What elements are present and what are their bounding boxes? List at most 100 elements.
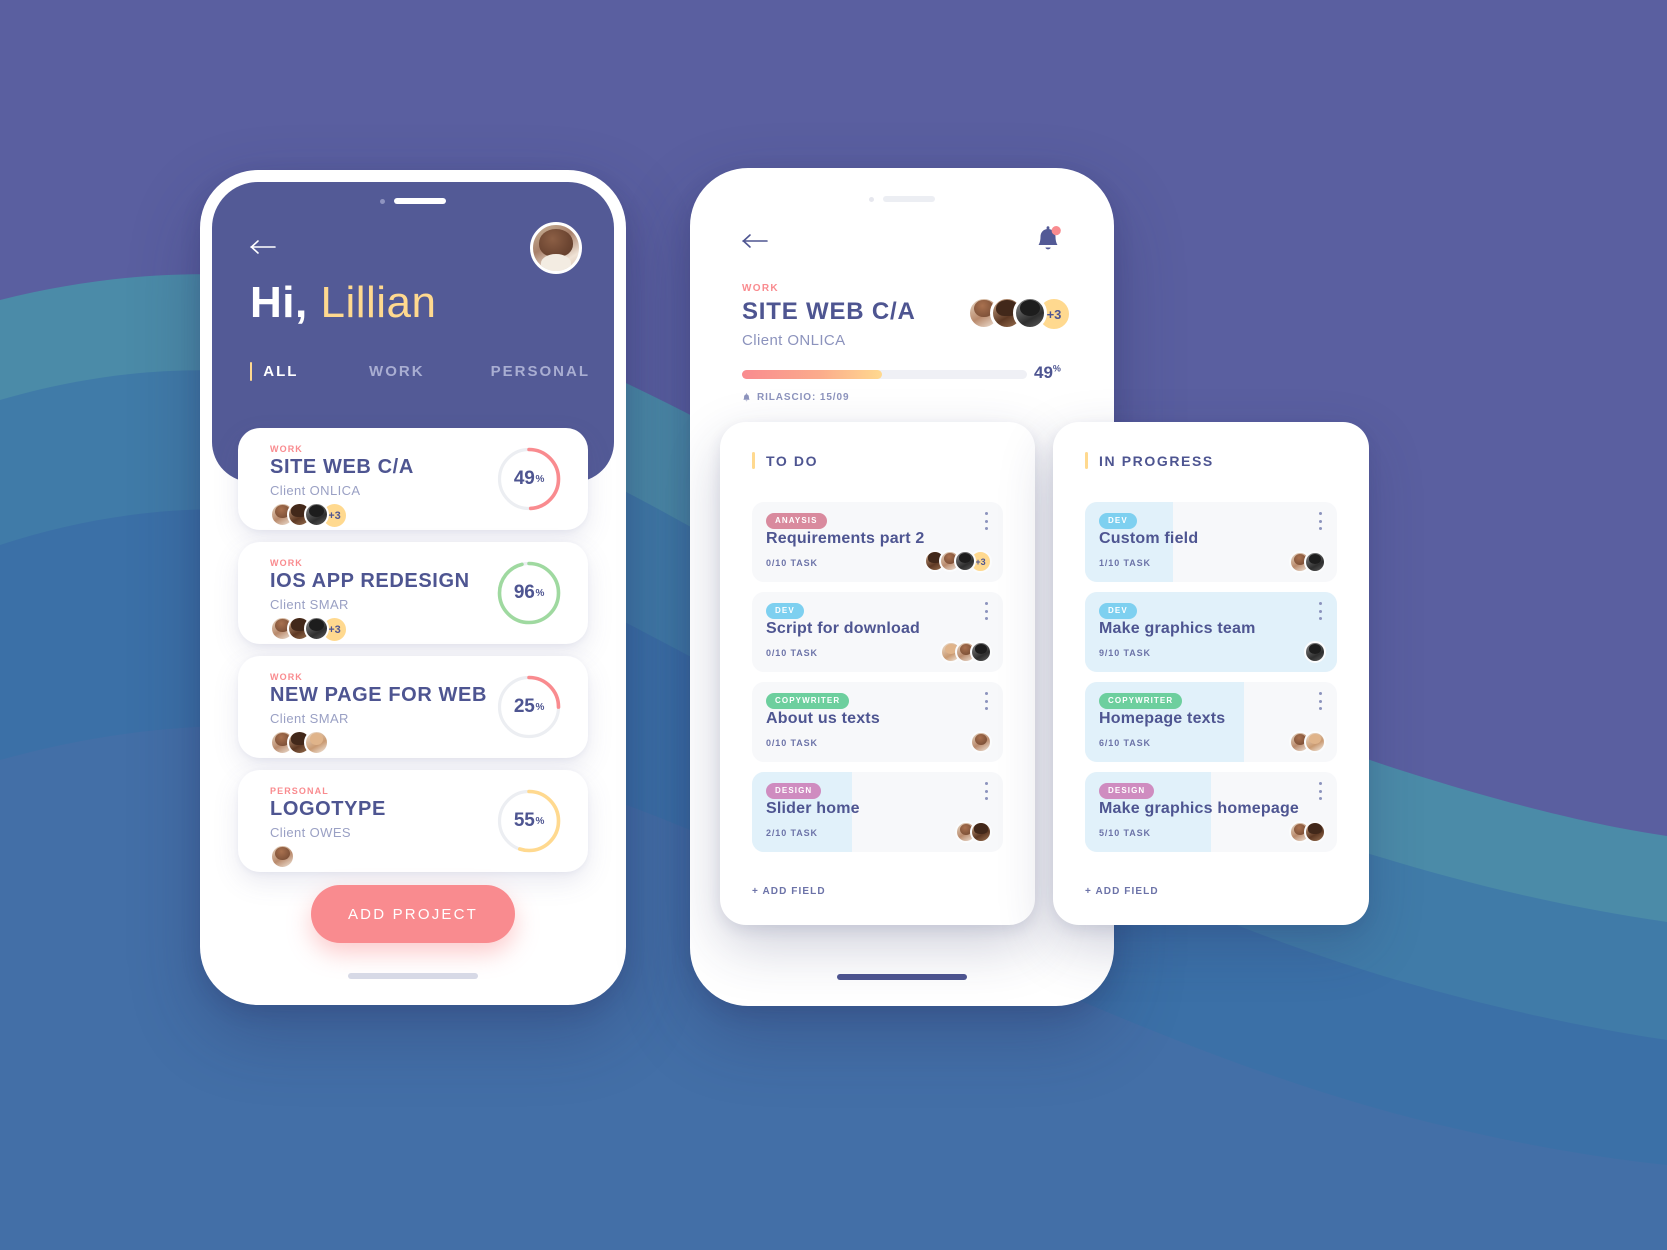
task-title: Custom field [1099, 530, 1199, 547]
project-card-title: NEW PAGE FOR WEB [270, 684, 488, 706]
task-count: 0/10 TASK [766, 738, 818, 748]
percent-symbol: % [535, 701, 545, 713]
task-category-badge: DEV [1099, 603, 1137, 619]
task-card[interactable]: DESIGN Slider home 2/10 TASK [752, 772, 1003, 852]
project-card-members: +3 [270, 616, 348, 643]
project-card[interactable]: WORK IOS APP REDESIGN Client SMAR +3 96% [238, 542, 588, 644]
avatar [304, 730, 329, 755]
project-card[interactable]: WORK SITE WEB C/A Client ONLICA +3 49% [238, 428, 588, 530]
greeting-hi: Hi, [250, 278, 308, 327]
more-vertical-icon[interactable] [980, 602, 992, 620]
more-vertical-icon[interactable] [980, 512, 992, 530]
more-vertical-icon[interactable] [980, 782, 992, 800]
progress-value: 96 [513, 582, 535, 603]
add-field-button[interactable]: + ADD FIELD [1085, 886, 1159, 897]
bell-small-icon [743, 392, 750, 401]
project-progress-ring: 25% [496, 674, 562, 740]
column-accent-bar [752, 452, 755, 469]
more-vertical-icon[interactable] [1314, 782, 1326, 800]
notifications-button[interactable] [1034, 224, 1064, 256]
more-vertical-icon[interactable] [1314, 692, 1326, 710]
task-count: 5/10 TASK [1099, 828, 1151, 838]
task-count: 0/10 TASK [766, 558, 818, 568]
kanban-card-list: DEV Custom field 1/10 TASK DEV Make graphics… [1085, 502, 1337, 862]
project-progress-ring: 49% [496, 446, 562, 512]
home-indicator [348, 973, 478, 979]
task-members [955, 821, 992, 843]
task-card[interactable]: DESIGN Make graphics homepage 5/10 TASK [1085, 772, 1337, 852]
percent-symbol: % [1052, 363, 1061, 374]
task-card[interactable]: DEV Custom field 1/10 TASK [1085, 502, 1337, 582]
project-card-members [270, 844, 295, 869]
column-title: IN PROGRESS [1099, 452, 1214, 469]
task-card[interactable]: COPYWRITER About us texts 0/10 TASK [752, 682, 1003, 762]
bell-notification-icon [1038, 226, 1061, 250]
project-card-members: +3 [270, 502, 348, 529]
avatar [1013, 296, 1047, 330]
project-card[interactable]: PERSONAL LOGOTYPE Client OWES 55% [238, 770, 588, 872]
column-accent-bar [1085, 452, 1088, 469]
progress-value: 25 [513, 696, 535, 717]
home-indicator [837, 974, 967, 980]
greeting-name: Lillian [320, 278, 437, 327]
column-title: TO DO [766, 452, 819, 469]
phone-projects-list: Hi, Lillian ALL WORK PERSONAL WORK SITE W… [200, 170, 626, 1005]
task-title: Homepage texts [1099, 710, 1226, 727]
task-title: Make graphics homepage [1099, 800, 1300, 817]
project-card-tag: WORK [270, 672, 303, 682]
project-card-client: Client SMAR [270, 597, 349, 612]
project-card[interactable]: WORK NEW PAGE FOR WEB Client SMAR 25% [238, 656, 588, 758]
project-card-client: Client OWES [270, 825, 351, 840]
task-members [1289, 551, 1326, 573]
project-card-tag: WORK [270, 558, 303, 568]
avatar [954, 550, 976, 572]
project-tag: WORK [742, 283, 779, 294]
arrow-left-icon [742, 234, 768, 248]
kanban-column-inprogress: IN PROGRESS DEV Custom field 1/10 TASK DEV Ma… [1053, 422, 1369, 925]
more-vertical-icon[interactable] [1314, 512, 1326, 530]
project-progress-ring: 96% [496, 560, 562, 626]
back-button[interactable] [250, 238, 276, 256]
task-title: About us texts [766, 710, 880, 727]
project-client: Client ONLICA [742, 332, 846, 349]
project-progress-label: 55% [496, 788, 562, 854]
add-project-button[interactable]: ADD PROJECT [311, 885, 515, 943]
more-vertical-icon[interactable] [1314, 602, 1326, 620]
progress-bar-fill [742, 370, 882, 379]
task-card[interactable]: DEV Script for download 0/10 TASK [752, 592, 1003, 672]
task-card[interactable]: DEV Make graphics team 9/10 TASK [1085, 592, 1337, 672]
progress-bar-track [742, 370, 1027, 379]
back-button[interactable] [742, 232, 768, 250]
task-card[interactable]: ANAYSIS Requirements part 2 0/10 TASK +3 [752, 502, 1003, 582]
project-filter-tabs: ALL WORK PERSONAL [250, 362, 590, 381]
progress-value: 49 [513, 468, 535, 489]
tab-work[interactable]: WORK [369, 363, 425, 380]
task-title: Slider home [766, 800, 860, 817]
project-progress-label: 96% [496, 560, 562, 626]
projects-screen: Hi, Lillian ALL WORK PERSONAL WORK SITE W… [212, 182, 614, 993]
kanban-column-todo: TO DO ANAYSIS Requirements part 2 0/10 TASK… [720, 422, 1035, 925]
task-category-badge: DEV [1099, 513, 1137, 529]
more-vertical-icon[interactable] [980, 692, 992, 710]
task-count: 6/10 TASK [1099, 738, 1151, 748]
task-members [1304, 641, 1326, 663]
kanban-card-list: ANAYSIS Requirements part 2 0/10 TASK +3 DEV… [752, 502, 1003, 862]
tab-all[interactable]: ALL [263, 363, 298, 380]
project-progress-label: 49% [496, 446, 562, 512]
release-date: RILASCIO: 15/09 [742, 392, 849, 403]
task-members [1289, 731, 1326, 753]
add-field-button[interactable]: + ADD FIELD [752, 886, 826, 897]
tab-personal[interactable]: PERSONAL [491, 363, 590, 380]
avatar[interactable] [530, 222, 582, 274]
project-members[interactable]: +3 [967, 296, 1072, 332]
kanban-column-header: IN PROGRESS [1085, 452, 1214, 469]
avatar [270, 844, 295, 869]
task-category-badge: ANAYSIS [766, 513, 827, 529]
notch-indicator [380, 198, 446, 204]
task-count: 0/10 TASK [766, 648, 818, 658]
task-card[interactable]: COPYWRITER Homepage texts 6/10 TASK [1085, 682, 1337, 762]
page-title: Hi, Lillian [250, 278, 436, 328]
progress-value: 55 [513, 810, 535, 831]
tab-active-indicator [250, 362, 253, 381]
project-card-members [270, 730, 329, 755]
